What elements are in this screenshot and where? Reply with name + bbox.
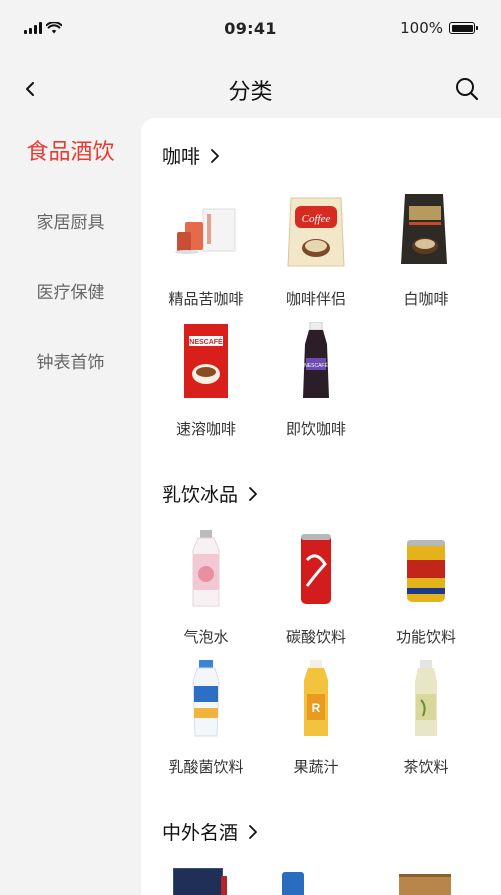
product-item[interactable]: NESCAFÉ 速溶咖啡 [151,322,261,439]
coffee-mate-bag-icon: Coffee [281,192,351,272]
chevron-right-icon [211,148,219,163]
section-title-label: 中外名酒 [162,822,239,844]
liquor-gift-set-icon[interactable] [399,874,451,895]
search-icon [456,78,479,101]
juice-bottle-icon: R [281,660,351,740]
energy-drink-can-icon [391,530,461,610]
product-item[interactable]: 功能饮料 [371,530,481,647]
section-title-coffee[interactable]: 咖啡 [162,142,220,169]
page-title: 分类 [228,80,273,105]
coffee-bottle-icon: NESCAFÉ [281,321,351,402]
status-bar: 09:41 100% [0,0,501,58]
liquor-bottle-icon[interactable] [221,876,227,895]
sidebar-item-home-kitchen[interactable]: 家居厨具 [0,188,141,258]
product-item[interactable]: 乳酸菌饮料 [151,660,261,777]
section-title-label: 咖啡 [162,146,201,168]
chevron-right-icon [249,486,257,501]
category-content: 咖啡 精品苦咖啡 Coffee 咖啡伴侣 白咖啡 NESCAFÉ 速溶咖啡 NE… [141,118,501,895]
sparkling-water-bottle-icon [171,530,241,610]
white-coffee-bag-icon [391,192,461,272]
liquor-can-icon[interactable] [282,872,304,895]
chevron-left-icon [26,82,34,96]
coffee-capsule-set-icon [171,192,241,272]
product-label: 咖啡伴侣 [285,290,346,308]
sidebar-item-healthcare[interactable]: 医疗保健 [0,258,141,328]
liquor-box-icon[interactable] [173,868,223,895]
section-title-label: 乳饮冰品 [162,484,239,506]
product-label: 功能饮料 [395,628,456,646]
product-label: 即饮咖啡 [285,420,346,438]
tea-bottle-icon [391,660,461,740]
product-label: 速溶咖啡 [175,420,236,438]
cola-can-icon [281,530,351,610]
product-label: 碳酸饮料 [285,628,346,646]
product-item[interactable]: 茶饮料 [371,660,481,777]
product-item[interactable]: NESCAFÉ 即饮咖啡 [261,321,371,439]
product-label: 气泡水 [183,628,229,646]
product-label: 白咖啡 [403,290,449,308]
svg-text:NESCAFÉ: NESCAFÉ [189,337,223,346]
battery-percent: 100% [400,19,443,37]
nescafe-box-icon: NESCAFÉ [171,322,241,402]
product-item[interactable]: Coffee 咖啡伴侣 [261,192,371,309]
product-item[interactable]: 精品苦咖啡 [151,192,261,309]
sidebar-item-food-drinks[interactable]: 食品酒饮 [0,118,141,188]
svg-text:Coffee: Coffee [302,213,331,225]
product-item[interactable]: 白咖啡 [371,192,481,309]
product-item[interactable]: 气泡水 [151,530,261,647]
product-label: 茶饮料 [403,758,449,776]
svg-text:NESCAFÉ: NESCAFÉ [304,362,328,369]
category-sidebar: 食品酒饮 家居厨具 医疗保健 钟表首饰 [0,118,141,398]
yogurt-drink-bottle-icon [171,660,241,740]
chevron-right-icon [249,824,257,839]
back-button[interactable] [18,75,42,103]
product-item[interactable]: R 果蔬汁 [261,660,371,777]
product-label: 精品苦咖啡 [168,290,244,308]
battery-icon [449,22,478,34]
product-label: 乳酸菌饮料 [168,758,244,776]
section-title-dairy-drinks[interactable]: 乳饮冰品 [162,480,258,507]
product-item[interactable]: 碳酸饮料 [261,530,371,647]
product-label: 果蔬汁 [293,758,339,776]
nav-bar: 分类 [0,60,501,118]
svg-text:R: R [312,701,321,715]
battery-group: 100% [400,19,478,37]
search-button[interactable] [453,75,481,103]
sidebar-item-watches-jewelry[interactable]: 钟表首饰 [0,328,141,398]
section-title-liquor[interactable]: 中外名酒 [162,818,258,845]
